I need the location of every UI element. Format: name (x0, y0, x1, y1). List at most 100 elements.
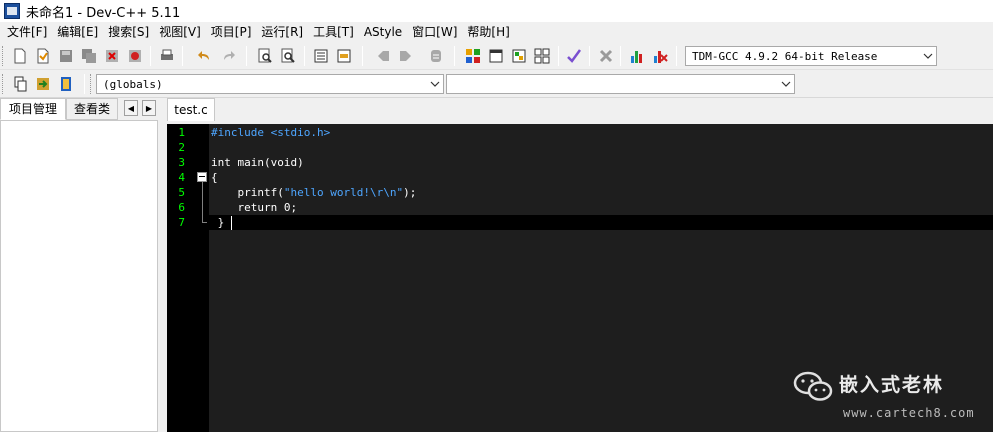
menu-run[interactable]: 运行[R] (256, 22, 308, 42)
new-file-icon[interactable] (10, 46, 30, 66)
editor-tab-bar: test.c (167, 98, 993, 124)
panel-splitter[interactable] (160, 98, 167, 432)
syntax-check-icon[interactable] (564, 46, 584, 66)
compiler-select-value: TDM-GCC 4.9.2 64-bit Release (692, 49, 878, 63)
code-token: return (211, 201, 284, 214)
compile-run-icon[interactable] (509, 46, 529, 66)
toolbar-separator (150, 46, 151, 66)
menu-tools[interactable]: 工具[T] (308, 22, 359, 42)
code-line[interactable]: printf("hello world!\r\n"); (211, 185, 416, 200)
chevron-down-icon[interactable] (427, 75, 443, 93)
close-all-icon[interactable] (125, 46, 145, 66)
code-token: ); (403, 186, 417, 199)
line-number: 7 (178, 216, 185, 229)
save-all-icon[interactable] (79, 46, 99, 66)
class-select-value: (globals) (103, 77, 163, 91)
member-select[interactable] (446, 74, 795, 94)
code-line[interactable]: } (211, 215, 225, 230)
code-line[interactable]: return 0; (211, 200, 297, 215)
delete-profile-icon[interactable] (650, 46, 670, 66)
class-select[interactable]: (globals) (96, 74, 444, 94)
indent-icon[interactable] (311, 46, 331, 66)
toolbar-grip[interactable] (2, 74, 5, 94)
menu-file[interactable]: 文件[F] (2, 22, 52, 42)
text-caret (231, 216, 232, 230)
devcpp-app-icon (4, 3, 20, 19)
compile-icon[interactable] (463, 46, 483, 66)
toolbar-separator (182, 46, 183, 66)
line-number: 6 (178, 201, 185, 214)
watermark-url: www.cartech8.com (843, 406, 975, 420)
comment-icon[interactable] (426, 46, 446, 66)
menu-astyle[interactable]: AStyle (359, 22, 407, 42)
find-icon[interactable] (255, 46, 275, 66)
tab-scroll-right-icon[interactable]: ▶ (142, 100, 156, 116)
toolbar-separator (676, 46, 677, 66)
code-token: printf( (211, 186, 284, 199)
print-icon[interactable] (157, 46, 177, 66)
project-panel-tabs: 项目管理 查看类 ◀ ▶ (0, 98, 160, 120)
compiler-select[interactable]: TDM-GCC 4.9.2 64-bit Release (685, 46, 937, 66)
stop-icon[interactable] (596, 46, 616, 66)
goto-bookmark-icon[interactable] (396, 46, 416, 66)
goto-icon[interactable] (56, 74, 76, 94)
tab-test-c[interactable]: test.c (167, 98, 215, 121)
fold-collapse-icon[interactable] (197, 172, 207, 182)
project-tree[interactable] (0, 120, 158, 432)
profile-icon[interactable] (627, 46, 647, 66)
open-file-icon[interactable] (33, 46, 53, 66)
wechat-logo-icon (793, 371, 833, 401)
menu-view[interactable]: 视图[V] (154, 22, 206, 42)
toolbar-separator (620, 46, 621, 66)
line-number-gutter: 1 2 3 4 5 6 7 (167, 124, 209, 432)
toolbar-separator (304, 46, 305, 66)
tab-scroll-left-icon[interactable]: ◀ (124, 100, 138, 116)
code-line[interactable]: int main(void) (211, 155, 304, 170)
code-token: } (211, 216, 225, 229)
close-file-icon[interactable] (102, 46, 122, 66)
class-toolbar: (globals) (0, 70, 993, 98)
menu-window[interactable]: 窗口[W] (407, 22, 462, 42)
tab-class-browser[interactable]: 查看类 (66, 98, 118, 120)
menu-project[interactable]: 项目[P] (206, 22, 257, 42)
menu-search[interactable]: 搜索[S] (103, 22, 154, 42)
unindent-icon[interactable] (334, 46, 354, 66)
toolbar-grip[interactable] (90, 74, 93, 94)
tab-project-manager[interactable]: 项目管理 (0, 98, 66, 120)
code-token: #include <stdio.h> (211, 126, 331, 139)
toolbar-separator (362, 46, 363, 66)
toolbar-grip[interactable] (2, 46, 5, 66)
undo-icon[interactable] (195, 46, 215, 66)
replace-icon[interactable] (278, 46, 298, 66)
menu-help[interactable]: 帮助[H] (462, 22, 514, 42)
fold-end-marker (202, 222, 207, 223)
chevron-down-icon[interactable] (920, 47, 936, 65)
rebuild-icon[interactable] (532, 46, 552, 66)
save-icon[interactable] (56, 46, 76, 66)
code-token: int main(void) (211, 156, 304, 169)
toggle-bookmark-icon[interactable] (373, 46, 393, 66)
code-line[interactable]: #include <stdio.h> (211, 125, 330, 140)
toolbar-separator (454, 46, 455, 66)
code-token: ; (290, 201, 298, 214)
menu-edit[interactable]: 编辑[E] (52, 22, 103, 42)
insert-icon[interactable] (33, 74, 53, 94)
toolbar-separator (558, 46, 559, 66)
main-toolbar: TDM-GCC 4.9.2 64-bit Release (0, 42, 993, 70)
watermark: 嵌入式老林 www.cartech8.com (793, 368, 993, 432)
line-number: 2 (178, 141, 185, 154)
code-token: "hello world!\r\n" (283, 186, 404, 199)
chevron-down-icon[interactable] (778, 75, 794, 93)
redo-icon[interactable] (218, 46, 238, 66)
line-number: 3 (178, 156, 185, 169)
current-line-highlight (209, 215, 993, 230)
new-class-icon[interactable] (10, 74, 30, 94)
code-line[interactable]: { (211, 170, 218, 185)
line-number: 4 (178, 171, 185, 184)
window-title: 未命名1 - Dev-C++ 5.11 (26, 5, 181, 21)
toolbar-separator (84, 74, 85, 94)
watermark-title: 嵌入式老林 (839, 374, 945, 396)
run-icon[interactable] (486, 46, 506, 66)
code-token: { (211, 171, 218, 184)
line-number: 1 (178, 126, 185, 139)
